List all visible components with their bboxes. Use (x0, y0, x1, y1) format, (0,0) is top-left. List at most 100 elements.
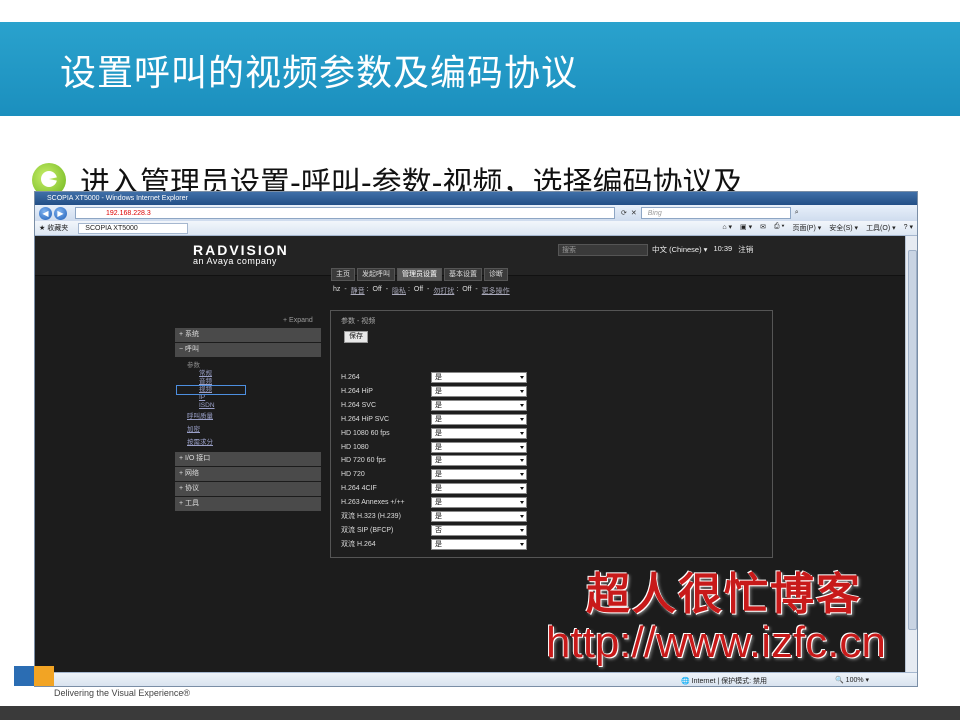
param-select[interactable]: 是 (431, 483, 527, 495)
param-label: H.264 (341, 374, 360, 381)
param-select[interactable]: 是 (431, 399, 527, 411)
dropdown-arrow-icon (520, 487, 524, 491)
dropdown-arrow-icon (520, 501, 524, 505)
sidebar-item-encryption[interactable]: 加密 (187, 423, 321, 436)
param-label: H.264 HiP SVC (341, 415, 390, 423)
stop-icon[interactable]: ✕ (631, 209, 637, 217)
param-value: 是 (435, 415, 442, 423)
mail-icon[interactable]: ✉ (760, 223, 766, 233)
param-row: HD 1080 是 (341, 441, 531, 454)
browser-tab[interactable]: SCOPIA XT5000 (78, 222, 189, 234)
param-select[interactable]: 是 (431, 469, 527, 481)
sidebar-item-ip[interactable]: IP (187, 394, 321, 402)
bottom-logo: Delivering the Visual Experience® (14, 664, 224, 704)
tab-place-call[interactable]: 发起呼叫 (357, 268, 395, 281)
expand-link[interactable]: + Expand (283, 317, 313, 324)
param-row: 双流 H.323 (H.239) 是 (341, 511, 531, 523)
param-label: H.264 HiP (341, 387, 373, 395)
search-icon[interactable]: ⌕ (795, 209, 799, 217)
language-select[interactable]: 中文 (Chinese) ▾ (652, 244, 707, 255)
param-select[interactable]: 是 (431, 511, 527, 522)
more-actions-link[interactable]: 更多操作 (482, 286, 510, 296)
param-select[interactable]: 是 (431, 385, 527, 397)
sidebar-item-protocol[interactable]: + 协议 (175, 482, 321, 496)
mute-link[interactable]: 静音 (351, 286, 365, 296)
clock-time: 10:39 (713, 244, 733, 253)
brand-logo: RADVISION an Avaya company (193, 242, 289, 266)
param-row: HD 1080 60 fps 是 (341, 427, 531, 440)
sidebar-item-tools[interactable]: + 工具 (175, 497, 321, 511)
param-select[interactable]: 是 (431, 538, 527, 550)
back-arrow-icon[interactable]: ◀ (39, 206, 52, 220)
param-select[interactable]: 是 (431, 372, 527, 383)
app-search-input[interactable]: 搜索 (558, 244, 648, 256)
refresh-icon[interactable]: ⟳ (621, 209, 627, 217)
scroll-thumb[interactable] (908, 250, 917, 630)
sidebar-item-system[interactable]: + 系统 (175, 328, 321, 342)
command-bar: ⌂ ▾ ▣ ▾ ✉ ⎙ ▾ 页面(P) ▾ 安全(S) ▾ 工具(O) ▾ ? … (722, 223, 913, 233)
params-heading: 参数 (187, 362, 200, 369)
forward-arrow-icon[interactable]: ▶ (54, 206, 67, 220)
favorites-label[interactable]: 收藏夹 (47, 223, 68, 233)
help-icon[interactable]: ? ▾ (904, 223, 913, 233)
dropdown-arrow-icon (520, 445, 524, 449)
window-title: SCOPIA XT5000 - Windows Internet Explore… (35, 192, 917, 205)
page-menu[interactable]: 页面(P) ▾ (792, 223, 821, 233)
param-row: H.264 HiP SVC 是 (341, 413, 531, 426)
safety-menu[interactable]: 安全(S) ▾ (829, 223, 858, 233)
param-select[interactable]: 是 (431, 497, 527, 509)
status-line: hz - 静音: Off - 隐私: Off - 勿打扰: Off - 更多操作 (333, 286, 510, 296)
dropdown-arrow-icon (520, 528, 524, 532)
param-select[interactable]: 是 (431, 441, 527, 453)
tab-home[interactable]: 主页 (331, 268, 355, 281)
sidebar-item-general[interactable]: 常规 (187, 370, 321, 378)
feeds-icon[interactable]: ▣ ▾ (740, 223, 752, 233)
param-select[interactable]: 否 (431, 524, 527, 536)
logo-tagline: Delivering the Visual Experience® (54, 688, 191, 698)
param-value: 是 (435, 471, 442, 479)
sidebar-item-call[interactable]: − 呼叫 (175, 343, 321, 357)
logout-link[interactable]: 注销 (738, 244, 753, 255)
param-value: 是 (435, 443, 442, 451)
param-value: 否 (435, 526, 442, 534)
param-value: 是 (435, 387, 442, 395)
tools-menu[interactable]: 工具(O) ▾ (866, 223, 896, 233)
sidebar-item-io[interactable]: + I/O 接口 (175, 452, 321, 466)
sidebar-item-call-quality[interactable]: 呼叫质量 (187, 410, 321, 423)
watermark-url: http://www.izfc.cn (546, 618, 886, 667)
param-select[interactable]: 是 (431, 455, 527, 467)
param-row: 双流 H.264 是 (341, 538, 531, 551)
bing-search-input[interactable]: Bing (640, 207, 791, 219)
slide: 设置呼叫的视频参数及编码协议 进入管理员设置-呼叫-参数-视频，选择编码协议及 … (0, 0, 960, 720)
privacy-link[interactable]: 隐私 (392, 286, 406, 296)
tab-admin-settings[interactable]: 管理员设置 (397, 268, 442, 281)
logo-blue-square (14, 666, 34, 686)
param-label: HD 720 (341, 471, 365, 479)
side-menu: + 系统 − 呼叫 参数 常规 音频 视频 IP ISDN 呼叫质量 加密 按需… (175, 328, 321, 512)
zoom-level[interactable]: 🔍 100% ▾ (835, 676, 869, 684)
sidebar-item-video[interactable]: 视频 (176, 385, 246, 395)
app-header: RADVISION an Avaya company 搜索 中文 (Chines… (35, 236, 905, 281)
endpoint-name: hz (333, 286, 341, 293)
param-select[interactable]: 是 (431, 427, 527, 439)
print-icon[interactable]: ⎙ ▾ (774, 223, 785, 233)
sidebar-item-isdn[interactable]: ISDN (187, 402, 321, 410)
param-label: 双流 SIP (BFCP) (341, 526, 394, 534)
vertical-scrollbar[interactable] (905, 236, 917, 672)
param-row: HD 720 是 (341, 469, 531, 481)
sidebar-item-audio[interactable]: 音频 (187, 378, 321, 386)
brand-subtitle: an Avaya company (193, 256, 277, 266)
address-bar[interactable]: 192.168.228.3 (75, 207, 615, 219)
sidebar-item-network[interactable]: + 网络 (175, 467, 321, 481)
param-select[interactable]: 是 (431, 413, 527, 425)
tab-basic-settings[interactable]: 基本设置 (444, 268, 482, 281)
dropdown-arrow-icon (520, 389, 524, 393)
dnd-link[interactable]: 勿打扰 (433, 286, 454, 296)
tab-diagnostics[interactable]: 诊断 (484, 268, 508, 281)
param-value: 是 (435, 429, 442, 437)
favorites-star-icon[interactable]: ★ (39, 224, 45, 232)
main-tabs: 主页 发起呼叫 管理员设置 基本设置 诊断 (331, 268, 508, 281)
home-icon[interactable]: ⌂ ▾ (722, 223, 732, 233)
save-button[interactable]: 保存 (344, 331, 368, 343)
sidebar-item-on-demand[interactable]: 按需求分 (187, 436, 321, 449)
